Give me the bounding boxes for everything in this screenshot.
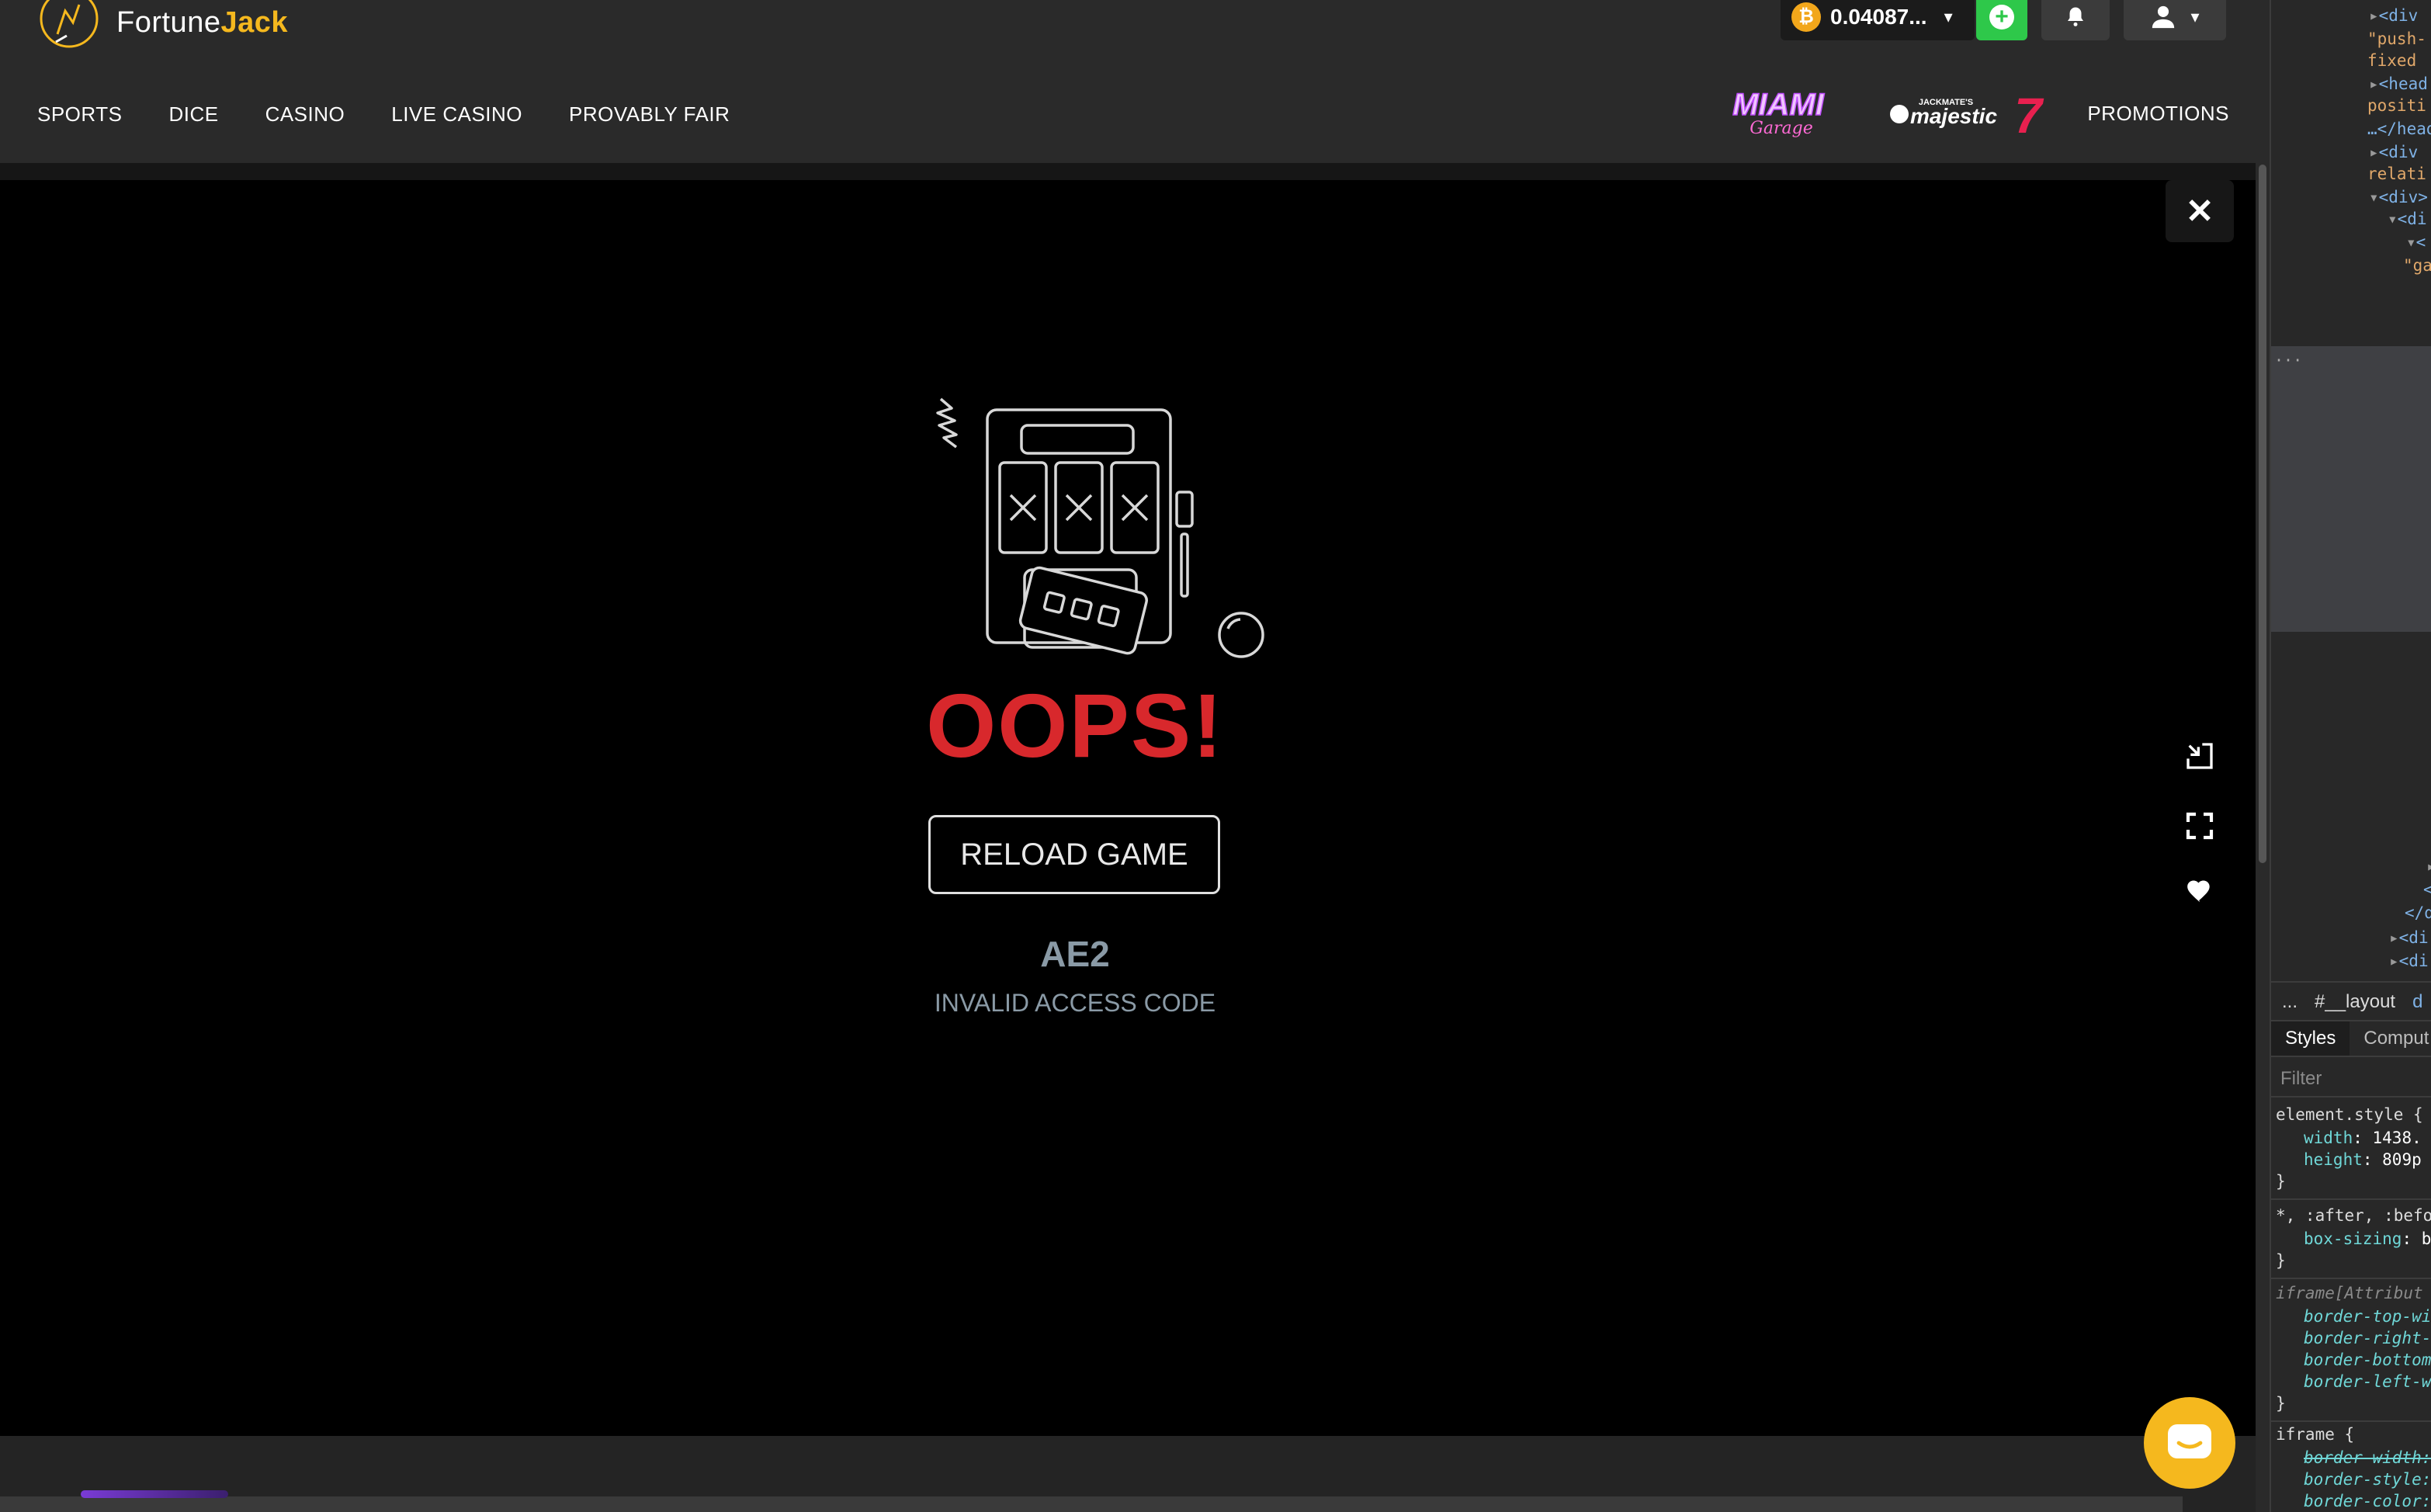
promo-brands: MIAMI Garage JACKMATE'S majestic 7 PROMO… <box>1707 84 2229 143</box>
broken-slot-machine-illustration <box>936 397 1264 658</box>
divider <box>2271 1420 2431 1422</box>
svg-text:majestic: majestic <box>1910 104 1997 128</box>
breadcrumb-item[interactable]: #__layout <box>2315 991 2395 1013</box>
bell-icon <box>2068 7 2083 26</box>
fullscreen-button[interactable] <box>2178 804 2221 848</box>
dom-node[interactable]: <div <box>2379 143 2419 161</box>
devtools-breadcrumb: ... #__layout d <box>2271 981 2431 1021</box>
main-nav: SPORTS DICE CASINO LIVE CASINO PROVABLY … <box>37 102 730 127</box>
css-selector[interactable]: *, :after, :befo <box>2276 1206 2431 1225</box>
selected-dom-node[interactable] <box>2271 346 2431 632</box>
css-selector[interactable]: iframe[Attribut <box>2276 1284 2423 1302</box>
dom-node[interactable]: relati <box>2367 165 2426 183</box>
nav-item-casino[interactable]: CASINO <box>265 102 345 127</box>
balance-selector[interactable]: ₿ 0.04087... ▾ <box>1781 0 1975 40</box>
styles-filter-input[interactable]: Filter <box>2271 1059 2431 1098</box>
css-brace: } <box>2276 1394 2286 1413</box>
dom-node[interactable]: < <box>2416 233 2426 251</box>
more-icon[interactable]: ··· <box>2274 351 2302 369</box>
css-declaration[interactable]: border-left-w <box>2304 1372 2431 1391</box>
css-selector[interactable]: iframe { <box>2276 1425 2354 1444</box>
nav-item-dice[interactable]: DICE <box>168 102 218 127</box>
game-frame <box>0 180 2150 1436</box>
close-icon: ✕ <box>2185 192 2214 231</box>
scrollbar-thumb[interactable] <box>2259 165 2266 863</box>
fullscreen-icon <box>2186 812 2214 840</box>
live-chat-button[interactable] <box>2144 1397 2235 1489</box>
css-declaration[interactable]: box-sizing: b <box>2304 1229 2431 1248</box>
dom-node[interactable]: </d <box>2405 903 2431 922</box>
nav-item-provably-fair[interactable]: PROVABLY FAIR <box>569 102 730 127</box>
devtools-tabs: Styles Comput <box>2271 1020 2431 1057</box>
fortunejack-logo-icon <box>40 0 99 48</box>
site-header: FortuneJack ₿ 0.04087... ▾ + ▾ SPORTS DI… <box>0 0 2270 163</box>
dom-node[interactable]: <div <box>2379 6 2419 25</box>
css-brace: } <box>2276 1172 2286 1191</box>
dom-node[interactable]: < <box>2423 880 2431 899</box>
css-declaration[interactable]: border-bottom <box>2304 1351 2431 1369</box>
svg-text:MIAMI: MIAMI <box>1732 88 1825 122</box>
divider <box>2271 1198 2431 1200</box>
nav-item-promotions[interactable]: PROMOTIONS <box>2087 102 2229 126</box>
dom-node[interactable]: <di <box>2399 952 2429 970</box>
reload-game-button[interactable]: RELOAD GAME <box>928 815 1220 894</box>
tab-computed[interactable]: Comput <box>2350 1021 2431 1056</box>
svg-text:Garage: Garage <box>1750 119 1813 138</box>
majestic-7-logo[interactable]: JACKMATE'S majestic 7 <box>1887 86 2050 140</box>
dom-node[interactable]: "push- <box>2367 29 2426 48</box>
dom-node[interactable]: …</head <box>2367 120 2431 138</box>
css-brace: } <box>2276 1251 2286 1270</box>
minimize-game-button[interactable] <box>2178 734 2221 778</box>
chevron-down-icon: ▾ <box>2190 7 2200 26</box>
css-declaration[interactable]: border-color: <box>2304 1492 2431 1510</box>
dom-node[interactable]: fixed <box>2367 51 2416 70</box>
error-title: OOPS! <box>926 675 1224 776</box>
nav-item-live-casino[interactable]: LIVE CASINO <box>391 102 522 127</box>
horizontal-scrollbar[interactable] <box>0 1496 2183 1512</box>
error-code: AE2 <box>1040 934 1110 974</box>
user-menu-button[interactable]: ▾ <box>2124 0 2226 40</box>
svg-text:7: 7 <box>2015 88 2045 140</box>
chat-icon <box>2168 1424 2211 1458</box>
dom-node[interactable]: positi <box>2367 96 2426 115</box>
chevron-down-icon: ▾ <box>1944 7 1953 26</box>
miami-garage-logo[interactable]: MIAMI Garage <box>1707 84 1850 143</box>
css-selector[interactable]: element.style { <box>2276 1105 2423 1124</box>
css-declaration[interactable]: width: 1438. <box>2304 1129 2422 1147</box>
divider <box>2271 1278 2431 1279</box>
css-declaration[interactable]: border-width: <box>2304 1448 2431 1467</box>
css-declaration[interactable]: border-style: <box>2304 1470 2431 1489</box>
devtools-panel: ▸<div "push- fixed ▸<head positi …</head… <box>2270 0 2431 1512</box>
nav-item-sports[interactable]: SPORTS <box>37 102 122 127</box>
dom-node[interactable]: <di <box>2398 210 2427 228</box>
css-declaration[interactable]: border-top-wi <box>2304 1307 2431 1326</box>
favorite-button[interactable] <box>2178 869 2221 913</box>
breadcrumb-item[interactable]: d <box>2412 991 2422 1013</box>
css-declaration[interactable]: height: 809p <box>2304 1150 2422 1169</box>
logo-text: FortuneJack <box>116 5 289 39</box>
plus-icon: + <box>1989 5 2014 29</box>
dom-node[interactable]: <head <box>2379 75 2428 93</box>
deposit-button[interactable]: + <box>1976 0 2027 40</box>
heart-icon <box>2187 880 2210 903</box>
user-icon <box>2152 5 2175 29</box>
dom-node[interactable]: <di <box>2399 928 2429 947</box>
dom-node[interactable]: "ga <box>2403 256 2431 275</box>
breadcrumb-more[interactable]: ... <box>2282 991 2297 1013</box>
error-message: INVALID ACCESS CODE <box>934 989 1216 1017</box>
close-game-button[interactable]: ✕ <box>2166 180 2234 242</box>
dom-node[interactable]: <div> <box>2379 188 2428 206</box>
minimize-icon <box>2187 743 2213 769</box>
balance-amount: 0.04087... <box>1830 5 1927 29</box>
notifications-button[interactable] <box>2041 0 2110 40</box>
css-declaration[interactable]: border-right- <box>2304 1329 2431 1347</box>
fortunejack-logo[interactable]: FortuneJack <box>34 0 288 57</box>
dom-node[interactable]: ▸ <box>2426 857 2431 876</box>
bitcoin-icon: ₿ <box>1791 2 1821 32</box>
promo-banner-edge <box>81 1490 228 1498</box>
tab-styles[interactable]: Styles <box>2271 1021 2350 1056</box>
